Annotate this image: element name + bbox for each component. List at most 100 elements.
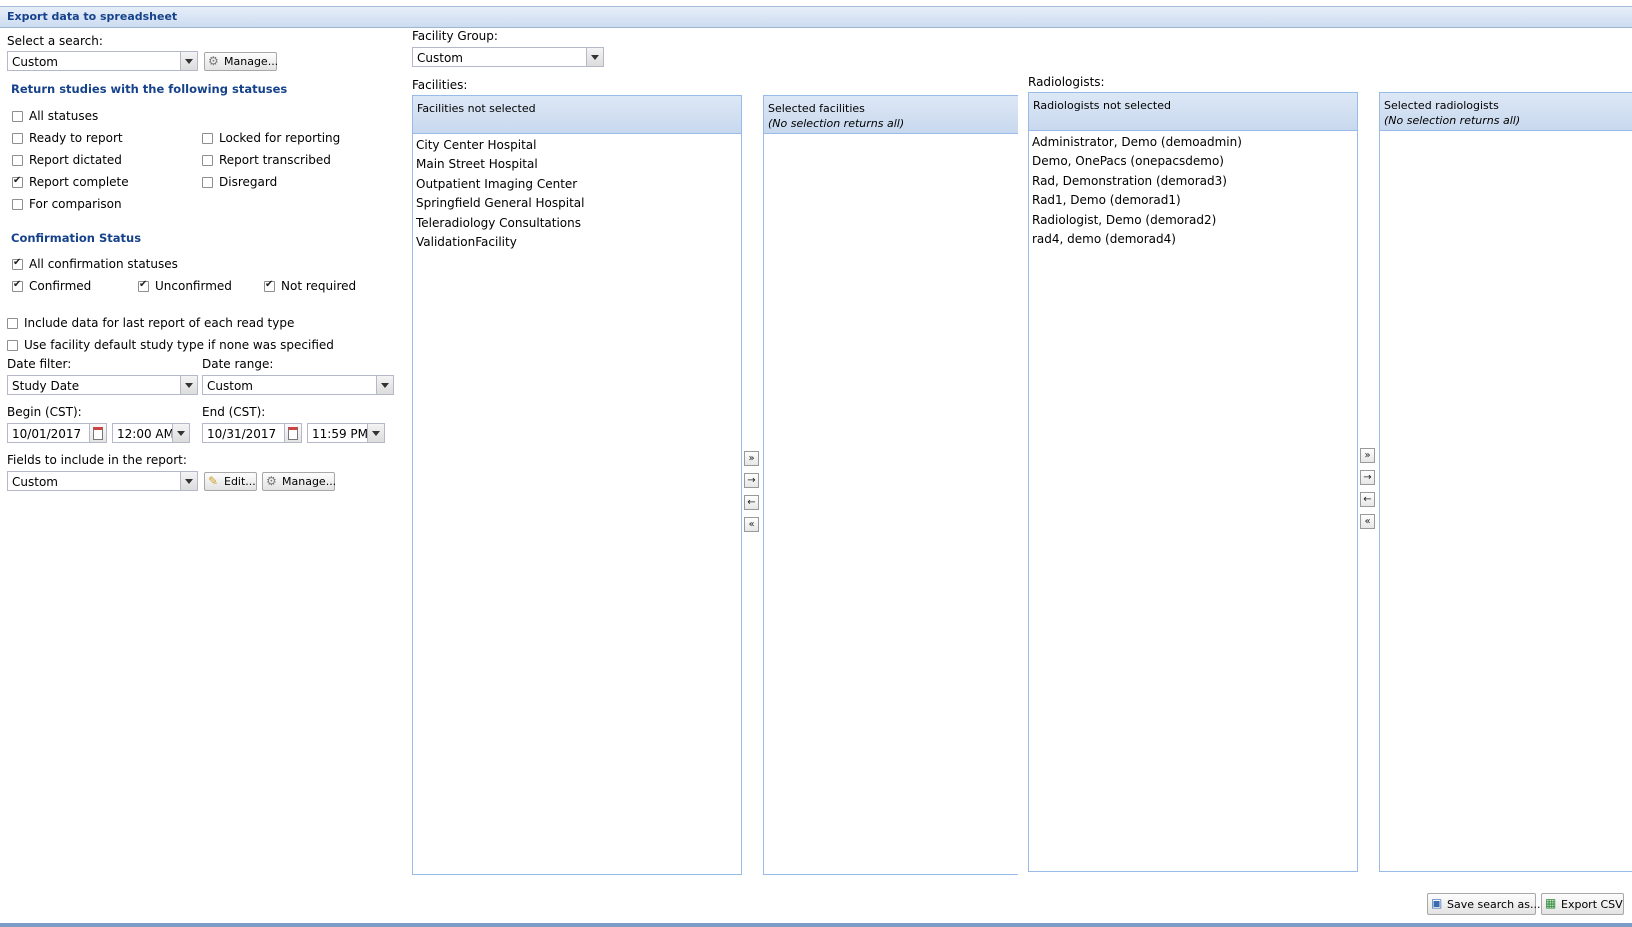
list-item[interactable]: rad4, demo (demorad4) bbox=[1032, 232, 1242, 251]
checkbox-ready-to-report[interactable] bbox=[12, 133, 23, 144]
list-item[interactable]: Rad1, Demo (demorad1) bbox=[1032, 193, 1242, 212]
radiologist-items: Administrator, Demo (demoadmin) Demo, On… bbox=[1032, 135, 1242, 251]
fields-value: Custom bbox=[12, 475, 58, 489]
move-right-button[interactable]: → bbox=[744, 473, 759, 488]
checkbox-label: Include data for last report of each rea… bbox=[24, 316, 295, 330]
spreadsheet-icon: ▦ bbox=[1545, 896, 1557, 910]
checkbox-locked-for-reporting[interactable] bbox=[202, 133, 213, 144]
begin-date-field[interactable]: 10/01/2017 bbox=[7, 423, 107, 443]
calendar-icon[interactable] bbox=[89, 424, 106, 442]
list-header: Radiologists not selected bbox=[1029, 93, 1357, 131]
checkbox-unconfirmed[interactable] bbox=[138, 279, 149, 292]
save-search-button[interactable]: ▣ Save search as... bbox=[1427, 893, 1541, 915]
radiologists-label: Radiologists: bbox=[1028, 75, 1105, 89]
chevron-down-icon[interactable] bbox=[367, 424, 384, 442]
search-select[interactable]: Custom bbox=[7, 51, 198, 71]
chevron-down-icon[interactable] bbox=[586, 48, 603, 66]
list-item[interactable]: City Center Hospital bbox=[416, 138, 585, 157]
manage-search-label: Manage... bbox=[224, 55, 279, 68]
list-item[interactable]: Outpatient Imaging Center bbox=[416, 177, 585, 196]
date-filter-value: Study Date bbox=[12, 379, 80, 393]
checkbox-facility-default-study-type[interactable] bbox=[7, 340, 18, 351]
search-select-value: Custom bbox=[12, 55, 58, 69]
window-title: Export data to spreadsheet bbox=[7, 10, 178, 23]
window-title-bar: Export data to spreadsheet bbox=[0, 6, 1632, 28]
checkbox-label: Use facility default study type if none … bbox=[24, 338, 334, 352]
begin-time-select[interactable]: 12:00 AM bbox=[112, 423, 190, 443]
date-range-label: Date range: bbox=[202, 357, 274, 371]
fields-label: Fields to include in the report: bbox=[7, 453, 187, 467]
move-all-left-button[interactable]: « bbox=[1360, 514, 1375, 529]
checkbox-report-complete[interactable] bbox=[12, 175, 23, 188]
list-item[interactable]: Administrator, Demo (demoadmin) bbox=[1032, 135, 1242, 154]
move-all-right-button[interactable]: » bbox=[744, 451, 759, 466]
checkbox-include-last-report[interactable] bbox=[7, 318, 18, 329]
radiologists-not-selected-list[interactable]: Radiologists not selected Administrator,… bbox=[1028, 92, 1358, 872]
checkbox-label: Report complete bbox=[29, 175, 129, 189]
manage-fields-button[interactable]: ⚙ Manage... bbox=[262, 472, 336, 491]
list-header-title: Selected radiologists bbox=[1384, 99, 1499, 112]
checkbox-label: For comparison bbox=[29, 197, 122, 211]
chevron-down-icon[interactable] bbox=[180, 52, 197, 70]
end-date-value: 10/31/2017 bbox=[207, 427, 277, 441]
list-header: Selected facilities (No selection return… bbox=[764, 96, 1018, 134]
export-csv-label: Export CSV bbox=[1561, 898, 1623, 911]
begin-label: Begin (CST): bbox=[7, 405, 82, 419]
facility-group-select[interactable]: Custom bbox=[412, 47, 604, 67]
list-item[interactable]: Teleradiology Consultations bbox=[416, 216, 585, 235]
checkbox-report-transcribed[interactable] bbox=[202, 155, 213, 166]
fields-select[interactable]: Custom bbox=[7, 471, 198, 491]
chevron-down-icon[interactable] bbox=[376, 376, 393, 394]
bottom-border bbox=[0, 923, 1632, 927]
move-all-right-button[interactable]: » bbox=[1360, 448, 1375, 463]
move-all-left-button[interactable]: « bbox=[744, 517, 759, 532]
list-header-title: Selected facilities bbox=[768, 102, 865, 115]
list-item[interactable]: Radiologist, Demo (demorad2) bbox=[1032, 213, 1242, 232]
checkbox-label: Report dictated bbox=[29, 153, 122, 167]
checkbox-all-confirmation[interactable] bbox=[12, 257, 23, 270]
list-item[interactable]: Demo, OnePacs (onepacsdemo) bbox=[1032, 154, 1242, 173]
move-left-button[interactable]: ← bbox=[744, 495, 759, 510]
facilities-not-selected-list[interactable]: Facilities not selected City Center Hosp… bbox=[412, 95, 742, 875]
end-time-select[interactable]: 11:59 PM bbox=[307, 423, 385, 443]
confirmation-heading: Confirmation Status bbox=[11, 231, 142, 245]
edit-fields-button[interactable]: ✎ Edit... bbox=[204, 472, 257, 491]
checkbox-label: Not required bbox=[281, 279, 357, 293]
chevron-down-icon[interactable] bbox=[180, 376, 197, 394]
checkbox-for-comparison[interactable] bbox=[12, 199, 23, 210]
checkbox-label: Report transcribed bbox=[219, 153, 331, 167]
manage-search-button[interactable]: ⚙ Manage... bbox=[204, 52, 279, 71]
chevron-down-icon[interactable] bbox=[172, 424, 189, 442]
move-left-button[interactable]: ← bbox=[1360, 492, 1375, 507]
facility-group-label: Facility Group: bbox=[412, 29, 498, 43]
date-filter-label: Date filter: bbox=[7, 357, 72, 371]
list-header: Selected radiologists (No selection retu… bbox=[1380, 93, 1632, 131]
export-csv-button[interactable]: ▦ Export CSV bbox=[1541, 893, 1624, 915]
calendar-icon[interactable] bbox=[284, 424, 301, 442]
list-item[interactable]: Main Street Hospital bbox=[416, 157, 585, 176]
list-item[interactable]: Springfield General Hospital bbox=[416, 196, 585, 215]
chevron-down-icon[interactable] bbox=[180, 472, 197, 490]
statuses-heading: Return studies with the following status… bbox=[11, 82, 288, 96]
begin-date-value: 10/01/2017 bbox=[12, 427, 82, 441]
move-right-button[interactable]: → bbox=[1360, 470, 1375, 485]
date-filter-select[interactable]: Study Date bbox=[7, 375, 198, 395]
checkbox-disregard[interactable] bbox=[202, 177, 213, 188]
date-range-select[interactable]: Custom bbox=[202, 375, 394, 395]
checkbox-report-dictated[interactable] bbox=[12, 155, 23, 166]
checkbox-label: Ready to report bbox=[29, 131, 123, 145]
search-label: Select a search: bbox=[7, 34, 103, 48]
floppy-disk-icon: ▣ bbox=[1431, 896, 1443, 910]
list-item[interactable]: Rad, Demonstration (demorad3) bbox=[1032, 174, 1242, 193]
checkbox-not-required[interactable] bbox=[264, 279, 275, 292]
selected-radiologists-list[interactable]: Selected radiologists (No selection retu… bbox=[1379, 92, 1632, 872]
list-item[interactable]: ValidationFacility bbox=[416, 235, 585, 254]
end-time-value: 11:59 PM bbox=[312, 427, 368, 441]
checkbox-confirmed[interactable] bbox=[12, 279, 23, 292]
pencil-icon: ✎ bbox=[208, 474, 219, 488]
end-date-field[interactable]: 10/31/2017 bbox=[202, 423, 302, 443]
selected-facilities-list[interactable]: Selected facilities (No selection return… bbox=[763, 95, 1018, 875]
checkbox-all-statuses[interactable] bbox=[12, 111, 23, 122]
save-search-label: Save search as... bbox=[1447, 898, 1541, 911]
begin-time-value: 12:00 AM bbox=[117, 427, 174, 441]
